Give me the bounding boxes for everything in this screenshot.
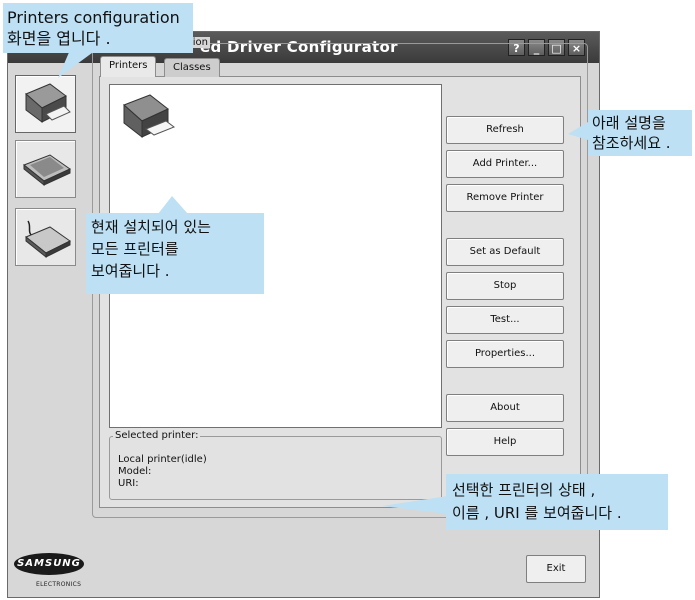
callout-right-line1: 아래 설명을: [592, 114, 666, 132]
callout-right: 아래 설명을 참조하세요 .: [588, 110, 692, 156]
callout-bottom: 선택한 프린터의 상태 , 이름 , URI 를 보여줍니다 .: [446, 474, 668, 530]
callout-top-left-line2: 화면을 엽니다 .: [7, 29, 111, 48]
callout-right-pointer: [568, 122, 588, 140]
callout-bottom-line1: 선택한 프린터의 상태 ,: [452, 481, 596, 499]
callout-top-left-line1: Printers configuration: [7, 8, 180, 27]
callout-bottom-line2: 이름 , URI 를 보여줍니다 .: [452, 504, 622, 522]
callout-bottom-pointer: [382, 496, 448, 514]
callout-middle-line1: 현재 설치되어 있는: [91, 218, 211, 236]
tab-printers[interactable]: Printers: [100, 56, 157, 77]
callout-middle-pointer: [158, 196, 188, 214]
callout-top-left: Printers configuration 화면을 엽니다 .: [3, 3, 193, 53]
callout-middle-line2: 모든 프린터를: [91, 240, 179, 258]
callout-middle-line3: 보여줍니다 .: [91, 262, 170, 280]
callout-right-line2: 참조하세요 .: [592, 134, 671, 152]
callout-middle: 현재 설치되어 있는 모든 프린터를 보여줍니다 .: [86, 213, 264, 294]
callout-top-left-pointer: [58, 50, 96, 78]
